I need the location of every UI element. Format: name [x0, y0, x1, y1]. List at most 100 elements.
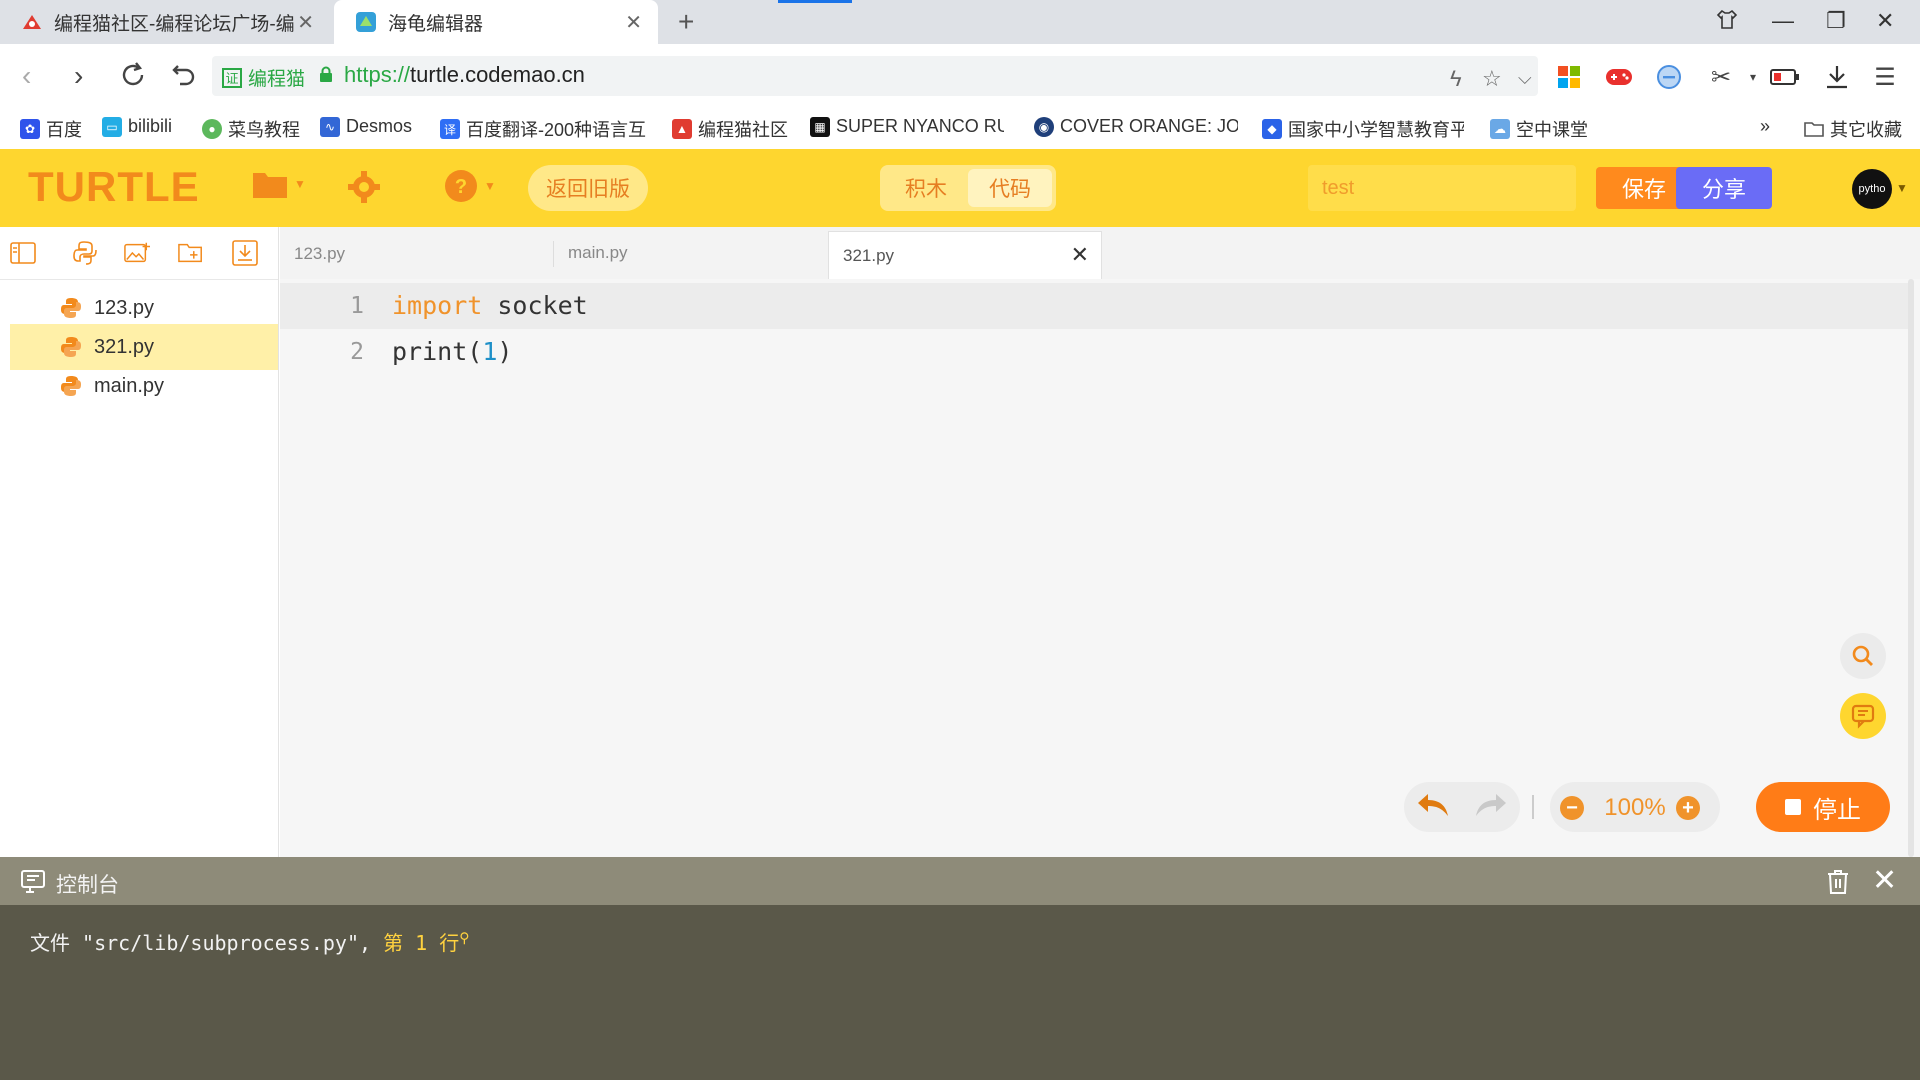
site-verified-badge[interactable]: 证 编程猫 [222, 64, 305, 91]
download-icon[interactable] [1822, 62, 1852, 92]
editor-tab-321-py[interactable]: 321.py ✕ [828, 231, 1102, 280]
editor-tab-bar: 123.py main.py 321.py ✕ [280, 227, 1920, 280]
help-menu-button[interactable]: ? ▼ [444, 169, 496, 203]
nyanco-icon: ▦ [810, 116, 830, 137]
project-name-input[interactable] [1308, 165, 1576, 211]
app-header: TURTLE ▼ ? ▼ 返回旧版 积木 代码 保存 分享 pytho ▼ [0, 149, 1920, 227]
bookmarks-more-button[interactable]: » [1760, 116, 1770, 137]
search-button[interactable] [1840, 633, 1886, 679]
tab-title: 编程猫社区-编程论坛广场-编程 [54, 13, 294, 35]
browser-tab-codemao-community[interactable]: 编程猫社区-编程论坛广场-编程 ✕ [0, 0, 330, 44]
bookmark-runoob[interactable]: ● 菜鸟教程 [202, 116, 300, 142]
code-line[interactable]: 2 print(1) [280, 329, 1908, 375]
other-bookmarks-folder[interactable]: 其它收藏 [1804, 116, 1902, 142]
file-item-main-py[interactable]: main.py [10, 363, 278, 409]
address-toolbar: ‹ › 证 编程猫 https://turtle.codemao.cn ϟ ☆ … [0, 44, 1920, 108]
bilibili-tv-icon: ▭ [102, 116, 122, 137]
return-old-version-button[interactable]: 返回旧版 [528, 165, 648, 211]
lightning-icon[interactable]: ϟ [1450, 66, 1462, 92]
browser-tab-turtle-editor[interactable]: 海龟编辑器 ✕ [334, 0, 658, 44]
avatar[interactable]: pytho [1852, 169, 1892, 209]
codemao-favicon-icon [20, 10, 44, 34]
console-title: 控制台 [56, 874, 119, 897]
close-tab-icon[interactable]: ✕ [297, 10, 314, 35]
bookmarks-bar: ✿ 百度 ▭ bilibili ● 菜鸟教程 ∿ Desmos 译百度翻译-200种语言… [0, 108, 1920, 148]
bookmark-baidu-translate[interactable]: 译百度翻译-200种语言互 [440, 116, 646, 142]
restore-icon[interactable]: ❐ [1826, 8, 1846, 34]
file-sidebar: 123.py 321.py main.py [0, 227, 279, 857]
stop-square-icon [1785, 799, 1801, 815]
desmos-icon: ∿ [320, 116, 340, 137]
bookmark-codemao-community[interactable]: ▲ 编程猫社区 [672, 116, 788, 142]
redo-button[interactable] [1474, 792, 1508, 823]
settings-button[interactable] [346, 169, 382, 205]
toggle-sidebar-icon[interactable] [10, 241, 36, 265]
line-number: 1 [350, 293, 364, 319]
bookmark-baidu[interactable]: ✿ 百度 [20, 116, 82, 142]
bookmark-smart-education[interactable]: ◆ 国家中小学智慧教育平 [1262, 116, 1464, 142]
code-editor[interactable]: 1 import socket 2 print(1) − 100% + 停止 [280, 279, 1920, 857]
bookmark-desmos[interactable]: ∿ Desmos [320, 116, 412, 137]
reload-icon[interactable] [118, 60, 148, 97]
editor-tab-main-py[interactable]: main.py [554, 227, 824, 279]
zoom-out-button[interactable]: − [1560, 796, 1584, 820]
search-icon[interactable]: ⚲ [459, 930, 469, 946]
chat-assistant-button[interactable] [1840, 693, 1886, 739]
bookmark-bilibili[interactable]: ▭ bilibili [102, 116, 172, 137]
gamepad-icon[interactable] [1604, 62, 1634, 92]
stop-button[interactable]: 停止 [1756, 782, 1890, 832]
shirt-skin-icon[interactable] [1716, 8, 1738, 36]
code-mode-tab[interactable]: 代码 [968, 169, 1052, 207]
folder-icon [253, 173, 287, 198]
new-folder-icon[interactable] [178, 241, 204, 265]
folder-icon [1804, 119, 1824, 139]
console-header: 控制台 ✕ [0, 857, 1920, 905]
star-icon[interactable]: ☆ [1482, 66, 1502, 92]
editor-tab-123-py[interactable]: 123.py [280, 241, 554, 267]
bookmark-cover-orange[interactable]: ◉ COVER ORANGE: JO [1034, 116, 1238, 137]
cert-label: 编程猫 [248, 69, 306, 90]
trash-icon[interactable] [1826, 869, 1850, 901]
scissors-dropdown-icon[interactable]: ▾ [1738, 62, 1768, 92]
minimize-icon[interactable]: — [1772, 8, 1794, 34]
chevron-down-icon[interactable]: ⌵ [1518, 68, 1532, 89]
close-window-icon[interactable]: ✕ [1876, 8, 1894, 34]
blocks-mode-tab[interactable]: 积木 [884, 169, 968, 207]
editor-scrollbar[interactable] [1908, 279, 1914, 857]
undo-close-icon[interactable] [170, 60, 198, 95]
close-tab-icon[interactable]: ✕ [625, 10, 642, 35]
import-file-icon[interactable] [232, 240, 258, 266]
mode-switch: 积木 代码 [880, 165, 1056, 211]
tab-title: 海龟编辑器 [388, 13, 484, 35]
close-tab-icon[interactable]: ✕ [1071, 242, 1089, 268]
undo-redo-group [1404, 782, 1520, 832]
battery-icon[interactable] [1770, 62, 1800, 92]
python-file-icon [61, 376, 81, 396]
bookmark-air-classroom[interactable]: ☁ 空中课堂 [1490, 116, 1588, 142]
forward-icon[interactable]: › [74, 60, 83, 92]
apps-grid-icon[interactable] [1554, 62, 1584, 92]
bookmark-super-nyanco[interactable]: ▦ SUPER NYANCO RU [810, 116, 1004, 137]
new-python-file-icon[interactable] [72, 241, 98, 265]
close-console-icon[interactable]: ✕ [1872, 863, 1897, 898]
url-field[interactable]: 证 编程猫 https://turtle.codemao.cn ϟ ☆ ⌵ [212, 56, 1538, 96]
share-button[interactable]: 分享 [1676, 167, 1772, 209]
turtle-logo[interactable]: TURTLE [28, 163, 200, 211]
file-name: 321.py [94, 335, 155, 358]
zoom-in-button[interactable]: + [1676, 796, 1700, 820]
menu-icon[interactable]: ☰ [1870, 62, 1900, 92]
console-output[interactable]: 文件 "src/lib/subprocess.py", 第 1 行⚲ [0, 905, 1920, 1080]
add-image-icon[interactable] [124, 241, 150, 265]
new-tab-button[interactable]: + [678, 6, 694, 38]
scissors-icon[interactable]: ✂ [1706, 62, 1736, 92]
file-menu-button[interactable]: ▼ [252, 169, 306, 199]
code-line[interactable]: 1 import socket [280, 283, 1908, 329]
cover-orange-icon: ◉ [1034, 116, 1054, 137]
verified-icon: 证 [222, 67, 242, 88]
back-icon[interactable]: ‹ [22, 60, 31, 92]
undo-button[interactable] [1416, 792, 1450, 823]
gear-icon [348, 171, 380, 203]
chevron-down-icon[interactable]: ▼ [1896, 181, 1908, 195]
block-icon[interactable] [1654, 62, 1684, 92]
svg-text:?: ? [455, 176, 467, 198]
